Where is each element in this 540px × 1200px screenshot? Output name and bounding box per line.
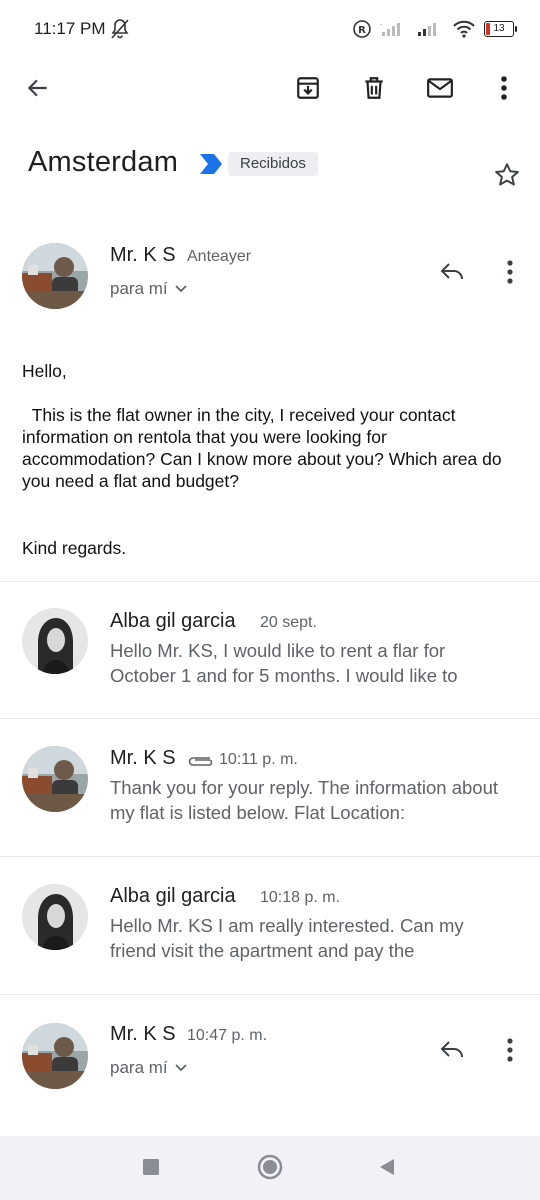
sender-avatar bbox=[22, 746, 88, 812]
chevron-down-icon bbox=[175, 1064, 187, 1072]
recipient-toggle[interactable]: para mí bbox=[110, 279, 188, 299]
back-button[interactable] bbox=[16, 66, 60, 110]
recipient-label: para mí bbox=[110, 279, 168, 298]
message-time: 10:11 p. m. bbox=[219, 751, 298, 768]
status-time: 11:17 PM bbox=[34, 19, 106, 38]
back-arrow-icon bbox=[27, 79, 47, 97]
message-paragraph: This is the flat owner in the city, I re… bbox=[22, 405, 507, 491]
sender-name: Mr. K S bbox=[110, 747, 176, 769]
status-icons: R · 13 bbox=[352, 19, 517, 39]
signal-icon: · bbox=[380, 22, 400, 36]
sender-name: Mr. K S bbox=[110, 244, 176, 266]
archive-button[interactable] bbox=[286, 66, 330, 110]
message-closing: Kind regards. bbox=[22, 538, 127, 558]
back-triangle-icon bbox=[380, 1159, 394, 1175]
message-snippet: Hello Mr. KS I am really interested. Can… bbox=[110, 915, 464, 961]
message-time: 10:18 p. m. bbox=[260, 889, 341, 906]
reply-icon bbox=[440, 263, 463, 280]
sender-avatar[interactable] bbox=[22, 1023, 88, 1089]
svg-text:·: · bbox=[380, 22, 382, 29]
home-circle-icon bbox=[257, 1154, 283, 1180]
sender-avatar[interactable] bbox=[22, 243, 88, 309]
battery-icon: 13 bbox=[484, 21, 517, 37]
thread-item[interactable]: Alba gil garcia 10:18 p. m. Hello Mr. KS… bbox=[0, 857, 540, 994]
more-vert-icon bbox=[507, 260, 513, 284]
reply-button[interactable] bbox=[430, 1028, 474, 1072]
sender-name: Alba gil garcia bbox=[110, 885, 236, 907]
more-vert-icon bbox=[501, 76, 507, 100]
signal-icon bbox=[418, 23, 436, 36]
reply-button[interactable] bbox=[430, 250, 474, 294]
divider bbox=[0, 994, 540, 995]
sender-avatar bbox=[22, 608, 88, 674]
registered-icon: R bbox=[353, 20, 371, 38]
mark-unread-button[interactable] bbox=[418, 66, 462, 110]
star-icon bbox=[495, 163, 519, 186]
thread-item[interactable]: Alba gil garcia 20 sept. Hello Mr. KS, I… bbox=[0, 582, 540, 718]
more-vert-icon bbox=[507, 1038, 513, 1062]
system-nav-bar bbox=[0, 1136, 540, 1200]
mute-icon bbox=[110, 18, 130, 45]
wifi-icon bbox=[453, 20, 475, 38]
archive-icon bbox=[297, 77, 319, 99]
square-icon bbox=[143, 1159, 159, 1175]
recipient-toggle[interactable]: para mí bbox=[110, 1058, 188, 1078]
message-time: 20 sept. bbox=[260, 614, 317, 631]
svg-text:R: R bbox=[358, 25, 366, 36]
message-time: Anteayer bbox=[187, 248, 252, 265]
delete-button[interactable] bbox=[352, 66, 396, 110]
sender-avatar bbox=[22, 884, 88, 950]
thread-item[interactable]: Mr. K S 10:11 p. m. Thank you for your r… bbox=[0, 719, 540, 856]
recents-button[interactable] bbox=[142, 1158, 160, 1181]
sender-name: Mr. K S bbox=[110, 1023, 176, 1045]
trash-icon bbox=[365, 77, 383, 99]
message-time: 10:47 p. m. bbox=[187, 1027, 268, 1044]
sender-name: Alba gil garcia bbox=[110, 610, 236, 632]
back-nav-button[interactable] bbox=[378, 1158, 396, 1181]
subject-title: Amsterdam bbox=[28, 146, 179, 178]
message-greeting: Hello, bbox=[22, 361, 67, 381]
star-button[interactable] bbox=[485, 153, 529, 197]
importance-marker-icon bbox=[198, 152, 224, 181]
home-button[interactable] bbox=[257, 1154, 283, 1185]
attachment-icon bbox=[186, 751, 214, 772]
message-snippet: Thank you for your reply. The informatio… bbox=[110, 777, 499, 823]
mail-icon bbox=[427, 78, 453, 98]
message-more-button[interactable] bbox=[488, 250, 532, 294]
label-chip[interactable]: Recibidos bbox=[228, 152, 318, 176]
recipient-label: para mí bbox=[110, 1058, 168, 1077]
message-more-button[interactable] bbox=[488, 1028, 532, 1072]
message-snippet: Hello Mr. KS, I would like to rent a fla… bbox=[110, 640, 458, 686]
reply-icon bbox=[440, 1041, 463, 1058]
more-options-button[interactable] bbox=[482, 66, 526, 110]
chevron-down-icon bbox=[175, 285, 187, 293]
